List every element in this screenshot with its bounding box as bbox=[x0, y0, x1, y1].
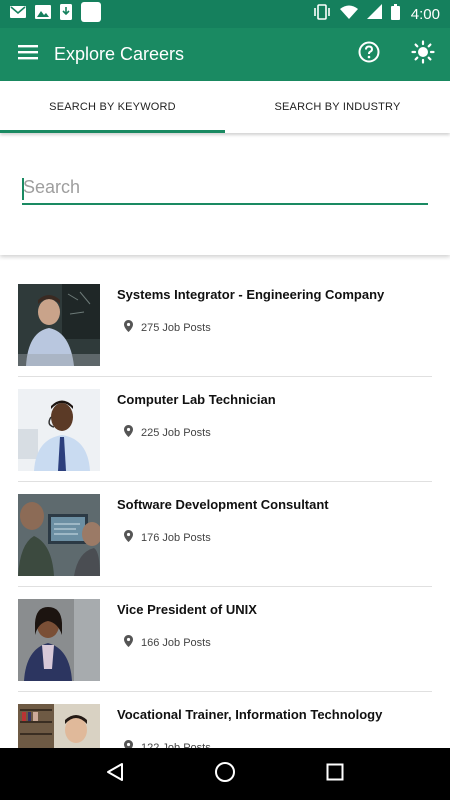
career-title: Systems Integrator - Engineering Company bbox=[117, 287, 385, 302]
help-icon bbox=[358, 41, 380, 68]
tab-search-by-keyword[interactable]: SEARCH BY KEYWORD bbox=[0, 81, 225, 133]
career-thumbnail bbox=[18, 284, 100, 366]
job-post-count: 275 Job Posts bbox=[141, 321, 211, 334]
location-pin-icon bbox=[124, 530, 133, 545]
app-icon bbox=[81, 1, 101, 27]
location-pin-icon bbox=[124, 635, 133, 650]
career-title: Software Development Consultant bbox=[117, 497, 329, 512]
home-circle-icon bbox=[214, 761, 236, 788]
tab-search-by-industry[interactable]: SEARCH BY INDUSTRY bbox=[225, 81, 450, 133]
gmail-icon bbox=[10, 5, 26, 23]
text-cursor bbox=[22, 178, 24, 200]
brightness-icon bbox=[411, 40, 435, 69]
search-input[interactable] bbox=[22, 173, 428, 205]
career-title: Vocational Trainer, Information Technolo… bbox=[117, 707, 383, 722]
back-button[interactable] bbox=[90, 748, 140, 800]
career-thumbnail bbox=[18, 389, 100, 471]
career-thumbnail bbox=[18, 599, 100, 681]
list-item[interactable]: Computer Lab Technician 225 Job Posts bbox=[18, 377, 432, 482]
status-bar: 4:00 bbox=[0, 0, 450, 28]
vibrate-icon bbox=[313, 3, 331, 25]
signal-icon bbox=[366, 4, 382, 24]
job-post-count: 166 Job Posts bbox=[141, 636, 211, 649]
location-pin-icon bbox=[124, 425, 133, 440]
list-item[interactable]: Systems Integrator - Engineering Company… bbox=[18, 272, 432, 377]
location-pin-icon bbox=[124, 320, 133, 335]
app-bar: Explore Careers bbox=[0, 28, 450, 81]
status-time: 4:00 bbox=[410, 5, 440, 23]
hamburger-menu-icon bbox=[18, 44, 38, 65]
recents-square-icon bbox=[326, 763, 344, 786]
wifi-icon bbox=[339, 5, 358, 24]
search-tabs: SEARCH BY KEYWORD SEARCH BY INDUSTRY bbox=[0, 81, 450, 133]
career-thumbnail bbox=[18, 494, 100, 576]
list-item[interactable]: Vice President of UNIX 166 Job Posts bbox=[18, 587, 432, 692]
photos-icon bbox=[35, 4, 51, 24]
help-button[interactable] bbox=[342, 28, 396, 81]
job-post-count: 225 Job Posts bbox=[141, 426, 211, 439]
system-nav-bar bbox=[0, 748, 450, 800]
brightness-button[interactable] bbox=[396, 28, 450, 81]
page-title: Explore Careers bbox=[54, 44, 185, 64]
battery-icon bbox=[390, 3, 400, 25]
career-list: Systems Integrator - Engineering Company… bbox=[0, 272, 450, 797]
home-button[interactable] bbox=[200, 748, 250, 800]
back-triangle-icon bbox=[105, 762, 125, 787]
job-post-count: 176 Job Posts bbox=[141, 531, 211, 544]
recents-button[interactable] bbox=[310, 748, 360, 800]
menu-button[interactable] bbox=[0, 28, 56, 81]
career-title: Vice President of UNIX bbox=[117, 602, 257, 617]
search-area bbox=[0, 133, 450, 255]
career-title: Computer Lab Technician bbox=[117, 392, 276, 407]
download-icon bbox=[60, 3, 72, 25]
list-item[interactable]: Software Development Consultant 176 Job … bbox=[18, 482, 432, 587]
